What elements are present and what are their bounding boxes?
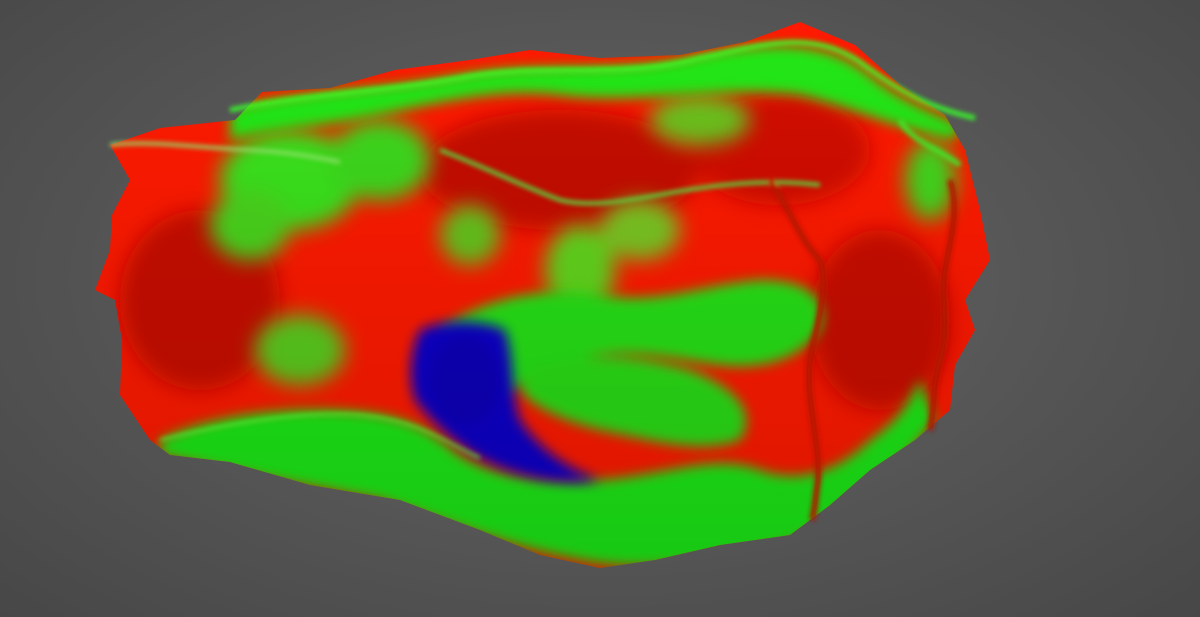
3d-viewport[interactable]	[0, 0, 1200, 617]
mesh-render[interactable]	[0, 0, 1200, 617]
mesh-surface-color	[95, 22, 990, 568]
